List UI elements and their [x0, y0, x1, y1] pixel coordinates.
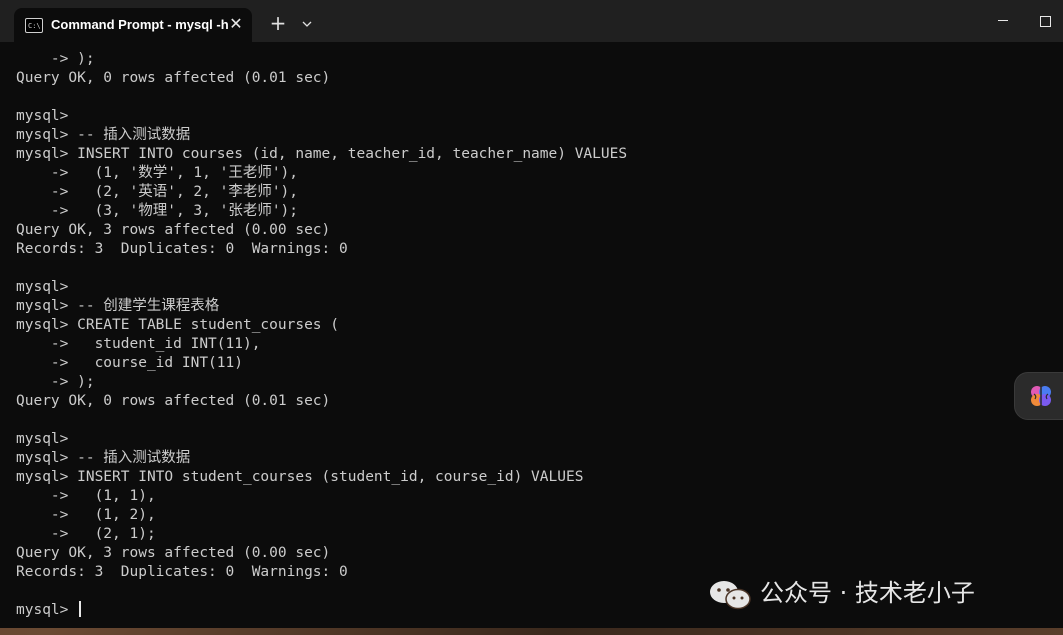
- terminal-line: -> (1, 1),: [16, 488, 156, 504]
- tab-title: Command Prompt - mysql -h: [51, 17, 229, 32]
- watermark-text: 公众号 · 技术老小子: [760, 579, 975, 607]
- wechat-icon: [708, 580, 752, 619]
- maximize-button[interactable]: [1030, 8, 1060, 34]
- terminal-line: mysql> -- 插入测试数据: [16, 127, 191, 143]
- terminal-line: -> (1, '数学', 1, '王老师'),: [16, 165, 299, 181]
- close-tab-icon[interactable]: ✕: [226, 14, 246, 34]
- terminal-line: mysql> -- 插入测试数据: [16, 450, 191, 466]
- terminal-line: mysql> INSERT INTO courses (id, name, te…: [16, 146, 628, 162]
- terminal-window: C:\ Command Prompt - mysql -h ✕ + -> ); Q…: [0, 0, 1063, 628]
- terminal-line: -> );: [16, 51, 95, 67]
- minimize-icon: [998, 20, 1008, 21]
- prompt-text: mysql>: [16, 602, 78, 618]
- minimize-button[interactable]: [988, 8, 1018, 34]
- terminal-line: -> (2, 1);: [16, 526, 156, 542]
- terminal-line: mysql> INSERT INTO student_courses (stud…: [16, 469, 584, 485]
- terminal-line: Records: 3 Duplicates: 0 Warnings: 0: [16, 241, 348, 257]
- terminal-output[interactable]: -> ); Query OK, 0 rows affected (0.01 sec…: [16, 50, 1046, 625]
- terminal-line: Query OK, 3 rows affected (0.00 sec): [16, 545, 331, 561]
- new-tab-button[interactable]: +: [267, 12, 289, 34]
- terminal-line: mysql> -- 创建学生课程表格: [16, 298, 220, 314]
- terminal-line: mysql>: [16, 431, 69, 447]
- terminal-line: -> (2, '英语', 2, '李老师'),: [16, 184, 299, 200]
- tab-dropdown-chevron-icon[interactable]: [297, 12, 317, 34]
- command-prompt-icon: C:\: [25, 18, 43, 33]
- copilot-brain-icon: [1031, 386, 1051, 406]
- terminal-line: mysql> CREATE TABLE student_courses (: [16, 317, 340, 333]
- tab-command-prompt[interactable]: C:\ Command Prompt - mysql -h ✕: [14, 8, 252, 42]
- terminal-line: -> student_id INT(11),: [16, 336, 261, 352]
- terminal-line: mysql>: [16, 108, 69, 124]
- maximize-icon: [1039, 16, 1051, 27]
- copilot-button[interactable]: [1014, 372, 1063, 420]
- terminal-line: -> );: [16, 374, 95, 390]
- terminal-line: mysql>: [16, 279, 69, 295]
- terminal-line: -> course_id INT(11): [16, 355, 243, 371]
- terminal-line: Query OK, 3 rows affected (0.00 sec): [16, 222, 331, 238]
- title-bar: C:\ Command Prompt - mysql -h ✕ +: [0, 0, 1063, 42]
- terminal-line: -> (3, '物理', 3, '张老师');: [16, 203, 299, 219]
- terminal-line: Query OK, 0 rows affected (0.01 sec): [16, 393, 331, 409]
- text-cursor: [79, 601, 82, 617]
- svg-text:C:\: C:\: [28, 22, 41, 30]
- terminal-line: Query OK, 0 rows affected (0.01 sec): [16, 70, 331, 86]
- terminal-line: -> (1, 2),: [16, 507, 156, 523]
